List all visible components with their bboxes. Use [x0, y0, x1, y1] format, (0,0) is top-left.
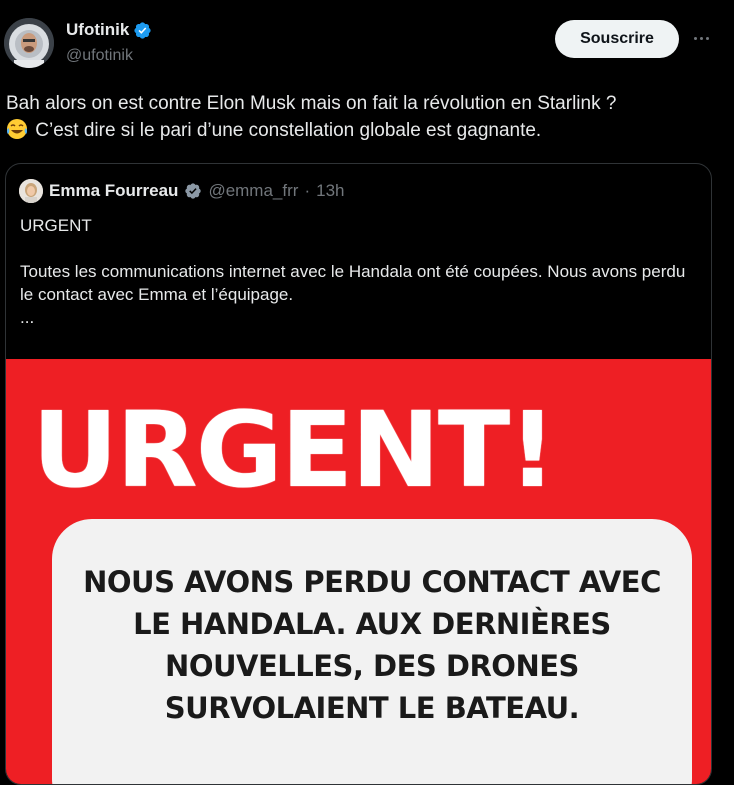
quoted-separator: ·	[304, 181, 311, 200]
tweet-line-1: Bah alors on est contre Elon Musk mais o…	[6, 93, 617, 114]
author-name-row: Ufotinik	[66, 20, 152, 40]
tweet-line-2: C’est dire si le pari d’une constellatio…	[35, 120, 542, 141]
media-message-text: NOUS AVONS PERDU CONTACT AVEC LE HANDALA…	[52, 561, 692, 729]
quoted-timestamp[interactable]: 13h	[316, 181, 344, 201]
quoted-body: URGENT Toutes les communications interne…	[20, 214, 690, 329]
author-name[interactable]: Ufotinik	[66, 20, 129, 40]
media-line-3: NOUVELLES, DES DRONES	[165, 649, 579, 683]
media-urgent-title: URGENT!	[32, 389, 557, 511]
astronaut-avatar-image	[4, 18, 54, 68]
subscribe-button[interactable]: Souscrire	[555, 20, 679, 58]
more-dot	[693, 36, 697, 40]
tweet-text: Bah alors on est contre Elon Musk mais o…	[6, 90, 726, 144]
verified-badge-icon	[185, 183, 202, 199]
quoted-author-avatar[interactable]	[19, 179, 43, 203]
quoted-header: Emma Fourreau @emma_frr · 13h	[19, 179, 344, 203]
more-options-icon[interactable]	[690, 27, 712, 49]
media-line-1: NOUS AVONS PERDU CONTACT AVEC	[83, 565, 661, 599]
laughing-tears-emoji-icon	[6, 118, 28, 140]
quoted-author-handle[interactable]: @emma_frr	[208, 181, 298, 201]
media-message-card: NOUS AVONS PERDU CONTACT AVEC LE HANDALA…	[52, 519, 692, 784]
quoted-media-image[interactable]: URGENT! NOUS AVONS PERDU CONTACT AVEC LE…	[6, 359, 711, 784]
quoted-tweet[interactable]: Emma Fourreau @emma_frr · 13h URGENT Tou…	[5, 163, 712, 785]
author-handle[interactable]: @ufotinik	[66, 47, 133, 65]
more-dot	[705, 36, 709, 40]
more-dot	[699, 36, 703, 40]
quoted-urgent-line: URGENT	[20, 216, 92, 235]
portrait-avatar-image	[19, 179, 43, 203]
verified-badge-icon	[134, 21, 151, 39]
quoted-body-text: Toutes les communications internet avec …	[20, 262, 686, 304]
media-line-2: LE HANDALA. AUX DERNIÈRES	[133, 607, 611, 641]
quoted-body-ellipsis: ...	[20, 308, 35, 327]
media-line-4: SURVOLAIENT LE BATEAU.	[164, 691, 580, 725]
author-avatar[interactable]	[4, 18, 54, 68]
quoted-author-name[interactable]: Emma Fourreau	[49, 181, 178, 201]
